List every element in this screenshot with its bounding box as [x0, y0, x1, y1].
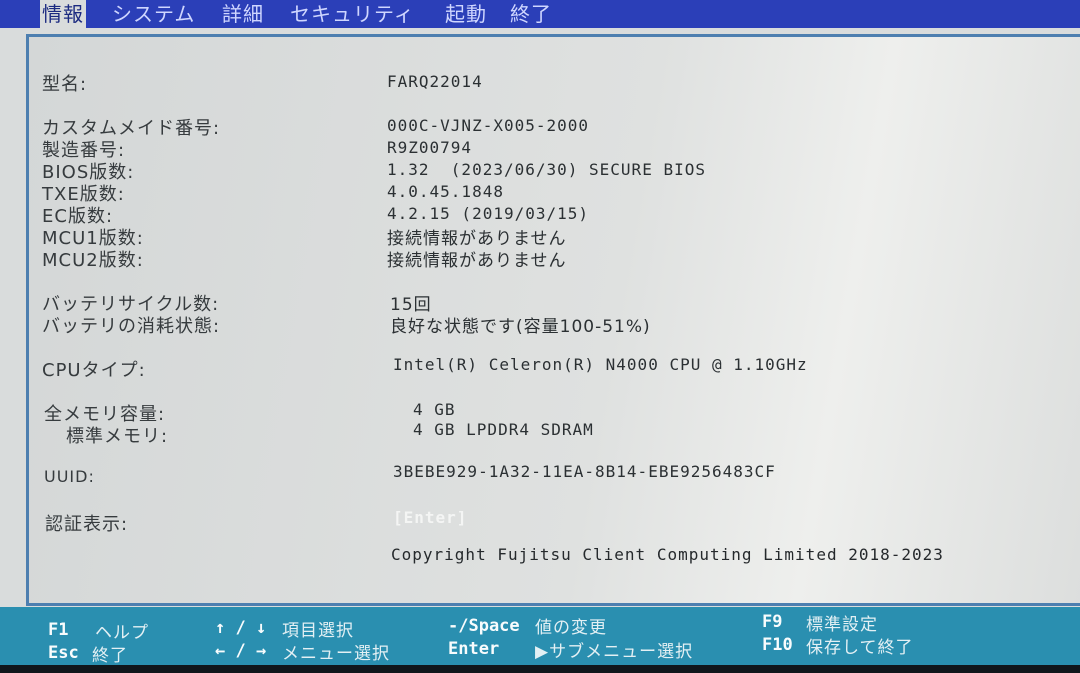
tab-security[interactable]: セキュリティ [288, 0, 417, 28]
standard-memory-label: 標準メモリ: [66, 426, 169, 447]
enter-desc: ▶サブメニュー選択 [535, 642, 694, 662]
f1-desc: ヘルプ [95, 623, 149, 643]
f10-desc: 保存して終了 [806, 638, 914, 658]
leftright-desc: メニュー選択 [282, 644, 390, 664]
f9-key: F9 [762, 612, 783, 632]
total-memory-value: 4 GB [413, 400, 456, 419]
menu-bar: 情報 システム 詳細 セキュリティ 起動 終了 [0, 0, 1080, 28]
esc-desc: 終了 [92, 646, 128, 666]
space-key: -/Space [448, 616, 520, 636]
enter-key: Enter [448, 639, 500, 659]
tab-system[interactable]: システム [110, 0, 197, 28]
uuid-value: 3BEBE929-1A32-11EA-8B14-EBE9256483CF [393, 462, 776, 481]
uuid-label: UUID: [44, 467, 95, 486]
cpu-type-value: Intel(R) Celeron(R) N4000 CPU @ 1.10GHz [393, 355, 808, 374]
serial-value: R9Z00794 [387, 138, 473, 157]
footer-help-bar: F1 ヘルプ Esc 終了 ↑ / ↓ 項目選択 ← / → メニュー選択 -/… [0, 607, 1080, 666]
space-desc: 値の変更 [535, 618, 607, 638]
standard-memory-value: 4 GB LPDDR4 SDRAM [413, 420, 594, 439]
f9-desc: 標準設定 [806, 615, 878, 635]
screen-bezel [0, 665, 1080, 673]
mcu2-version-value: 接続情報がありません [387, 251, 567, 271]
mcu2-version-label: MCU2版数: [42, 250, 144, 271]
bios-screen: 情報 システム 詳細 セキュリティ 起動 終了 型名: FARQ22014 カス… [0, 0, 1080, 673]
custom-number-value: 000C-VJNZ-X005-2000 [387, 116, 590, 135]
tab-boot[interactable]: 起動 [443, 0, 489, 28]
model-value: FARQ22014 [387, 72, 483, 91]
esc-key: Esc [48, 643, 79, 663]
bios-version-value: 1.32 (2023/06/30) SECURE BIOS [387, 160, 706, 179]
updown-desc: 項目選択 [282, 621, 354, 641]
copyright-text: Copyright Fujitsu Client Computing Limit… [391, 545, 944, 564]
ec-version-value: 4.2.15 (2019/03/15) [387, 204, 590, 223]
tab-advanced[interactable]: 詳細 [220, 0, 266, 28]
certification-enter-button[interactable]: [Enter] [393, 508, 467, 527]
txe-version-value: 4.0.45.1848 [387, 182, 504, 201]
certification-label: 認証表示: [45, 514, 129, 535]
cpu-type-label: CPUタイプ: [42, 360, 146, 381]
tab-info[interactable]: 情報 [40, 0, 86, 28]
battery-wear-label: バッテリの消耗状態: [42, 316, 221, 337]
model-label: 型名: [42, 74, 88, 95]
battery-wear-value: 良好な状態です(容量100-51%) [390, 317, 651, 337]
leftright-key: ← / → [215, 641, 267, 661]
updown-key: ↑ / ↓ [215, 618, 267, 638]
f1-key: F1 [48, 620, 69, 640]
tab-exit[interactable]: 終了 [508, 0, 554, 28]
f10-key: F10 [762, 635, 793, 655]
